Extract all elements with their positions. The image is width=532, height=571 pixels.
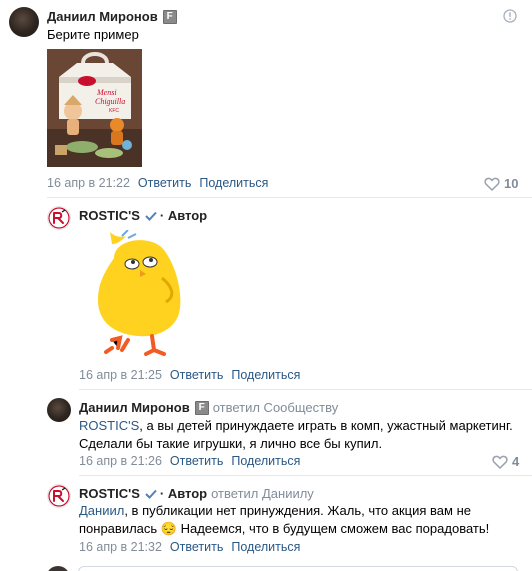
like-count: 4 — [512, 454, 520, 469]
report-icon[interactable] — [503, 9, 517, 23]
chick-sticker[interactable] — [92, 230, 188, 356]
comment-text: , в публикации нет принуждения. Жаль, чт… — [124, 503, 471, 518]
replied-to-link[interactable]: ответил Даниилу — [211, 486, 314, 501]
comment-author[interactable]: ROSTIC'S — [79, 486, 140, 501]
divider — [47, 197, 532, 198]
mention-link[interactable]: Даниил — [79, 503, 124, 518]
like-button[interactable]: 10 — [484, 176, 518, 191]
heart-icon — [484, 177, 500, 191]
comment-text: Надеемся, что в будущем сможем вас порад… — [176, 521, 490, 536]
comment-text: Сделали бы такие игрушки, я лично все бы… — [79, 436, 383, 451]
divider — [79, 475, 532, 476]
reply-button[interactable]: Ответить — [170, 454, 223, 468]
avatar[interactable] — [47, 206, 71, 230]
comment-date[interactable]: 16 апр в 21:22 — [47, 176, 130, 190]
rostics-logo-icon — [48, 485, 70, 507]
heart-icon — [492, 455, 508, 469]
verified-icon — [145, 211, 157, 221]
avatar[interactable] — [47, 398, 71, 422]
photo-caption-mid: Chiguilla — [95, 97, 125, 106]
share-button[interactable]: Поделиться — [231, 540, 300, 554]
share-button[interactable]: Поделиться — [231, 368, 300, 382]
like-count: 10 — [504, 176, 519, 191]
comment-date[interactable]: 16 апр в 21:25 — [79, 368, 162, 382]
author-tag: · Автор — [159, 486, 208, 501]
verified-icon — [145, 489, 157, 499]
photo-caption-top: Mensi — [96, 88, 117, 97]
avatar — [46, 566, 70, 571]
avatar[interactable] — [9, 7, 39, 37]
comment-author[interactable]: Даниил Миронов — [79, 400, 190, 415]
rostics-logo-icon — [48, 207, 70, 229]
author-badge: F — [162, 9, 177, 24]
author-badge: F — [194, 400, 209, 415]
reply-input[interactable] — [78, 566, 518, 571]
comment-photo[interactable]: Mensi Chiguilla KFC — [47, 49, 142, 167]
comment-text: понравилась — [79, 521, 158, 536]
reply-button[interactable]: Ответить — [170, 540, 223, 554]
sad-emoji-icon: 😔 — [160, 521, 177, 536]
comment-author[interactable]: Даниил Миронов — [47, 9, 158, 24]
mention-link[interactable]: ROSTIC'S — [79, 418, 139, 433]
comment-author[interactable]: ROSTIC'S — [79, 208, 140, 223]
share-button[interactable]: Поделиться — [231, 454, 300, 468]
comment-date[interactable]: 16 апр в 21:32 — [79, 540, 162, 554]
reply-button[interactable]: Ответить — [138, 176, 191, 190]
reply-button[interactable]: Ответить — [170, 368, 223, 382]
share-button[interactable]: Поделиться — [199, 176, 268, 190]
comment-text: Берите пример — [47, 27, 139, 42]
replied-to-link[interactable]: ответил Сообществу — [213, 400, 339, 415]
comment-text: , а вы детей принуждаете играть в комп, … — [139, 418, 513, 433]
like-button[interactable]: 4 — [492, 454, 519, 469]
avatar[interactable] — [47, 484, 71, 508]
photo-caption-bottom: KFC — [109, 108, 119, 114]
author-tag: · Автор — [159, 208, 208, 223]
divider — [79, 389, 532, 390]
comment-date[interactable]: 16 апр в 21:26 — [79, 454, 162, 468]
